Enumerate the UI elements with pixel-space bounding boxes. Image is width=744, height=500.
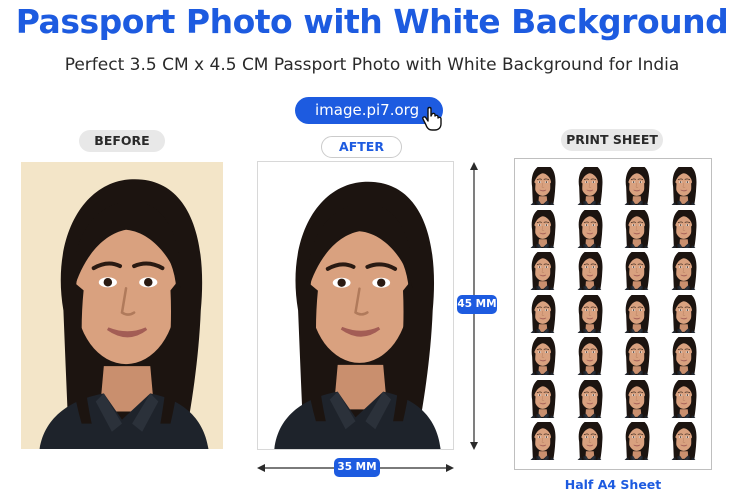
width-dimension-badge: 35 MM [334,458,380,477]
print-thumbnail [572,422,606,460]
print-thumbnail [525,252,559,290]
hand-pointer-icon [421,101,442,131]
page-title: Passport Photo with White Background [15,2,729,41]
sheet-size-label: Half A4 Sheet [564,477,662,492]
print-thumbnail [619,295,653,333]
print-thumbnail [525,295,559,333]
print-sheet [514,158,712,470]
print-thumbnail [666,337,700,375]
print-thumbnail [619,167,653,205]
print-thumbnail [572,380,606,418]
print-thumbnail [572,252,606,290]
print-thumbnail [666,295,700,333]
print-thumbnail [572,210,606,248]
print-thumbnail [666,210,700,248]
print-thumbnail [619,337,653,375]
height-dimension-badge: 45 MM [457,295,497,314]
print-thumbnail [525,422,559,460]
print-thumbnail [666,380,700,418]
print-thumbnail [666,252,700,290]
print-thumbnail [666,422,700,460]
print-thumbnail [525,210,559,248]
print-thumbnail [572,167,606,205]
after-label: AFTER [321,136,402,158]
print-thumbnail [525,380,559,418]
print-sheet-label: PRINT SHEET [561,129,663,151]
print-thumbnail [525,167,559,205]
print-thumbnail [666,167,700,205]
after-photo [257,161,454,450]
print-thumbnail [619,422,653,460]
page-subtitle: Perfect 3.5 CM x 4.5 CM Passport Photo w… [64,55,680,75]
before-photo [21,162,223,449]
print-thumbnail [525,337,559,375]
print-thumbnail [619,210,653,248]
before-label: BEFORE [79,130,165,152]
print-thumbnail [572,295,606,333]
print-thumbnail [572,337,606,375]
print-thumbnail [619,380,653,418]
print-thumbnail [619,252,653,290]
